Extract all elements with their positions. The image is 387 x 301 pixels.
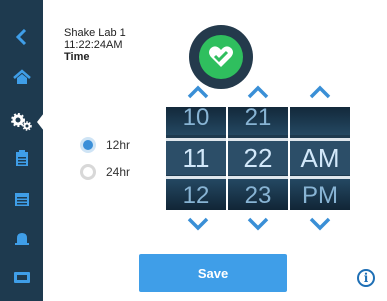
period-picker[interactable]: AM PM [290, 107, 350, 210]
format-option-24hr[interactable]: 24hr [80, 164, 130, 180]
status-badge [189, 25, 253, 89]
device-name: Shake Lab 1 [64, 27, 126, 39]
info-icon[interactable]: i [357, 269, 375, 287]
period-next[interactable]: PM [290, 179, 350, 210]
active-indicator [37, 113, 44, 131]
hour-prev[interactable]: 10 [166, 107, 226, 135]
clipboard-icon[interactable] [0, 143, 43, 173]
device-clock: 11:22:24AM [64, 39, 123, 51]
hour-next[interactable]: 12 [166, 179, 226, 210]
heart-check-icon [199, 35, 243, 79]
format-label-12hr: 12hr [106, 138, 131, 152]
period-up-arrow-icon[interactable] [308, 85, 332, 99]
minute-current: 22 [228, 141, 288, 175]
format-option-12hr[interactable]: 12hr [80, 137, 130, 153]
hour-down-arrow-icon[interactable] [186, 217, 210, 231]
display-icon[interactable] [0, 263, 43, 293]
device-info: Shake Lab 1 11:22:24AM Time [64, 27, 126, 63]
radio-selected[interactable] [80, 137, 96, 153]
period-down-arrow-icon[interactable] [308, 217, 332, 231]
hour-current: 11 [166, 141, 226, 175]
minute-up-arrow-icon[interactable] [246, 85, 270, 99]
period-current: AM [290, 141, 350, 175]
minute-next[interactable]: 23 [228, 179, 288, 210]
section-title: Time [64, 51, 90, 63]
hour-picker[interactable]: 10 11 12 [166, 107, 226, 210]
minute-picker[interactable]: 21 22 23 [228, 107, 288, 210]
period-prev[interactable] [290, 107, 350, 135]
format-label-24hr: 24hr [106, 165, 131, 179]
calendar-icon[interactable] [0, 184, 43, 214]
radio-unselected[interactable] [80, 164, 96, 180]
bell-icon[interactable] [0, 224, 43, 254]
back-chevron-icon[interactable] [0, 22, 43, 52]
minute-prev[interactable]: 21 [228, 107, 288, 135]
save-button[interactable]: Save [139, 254, 287, 292]
home-icon[interactable] [0, 62, 43, 92]
minute-down-arrow-icon[interactable] [246, 217, 270, 231]
sidebar [0, 0, 44, 301]
hour-up-arrow-icon[interactable] [186, 85, 210, 99]
